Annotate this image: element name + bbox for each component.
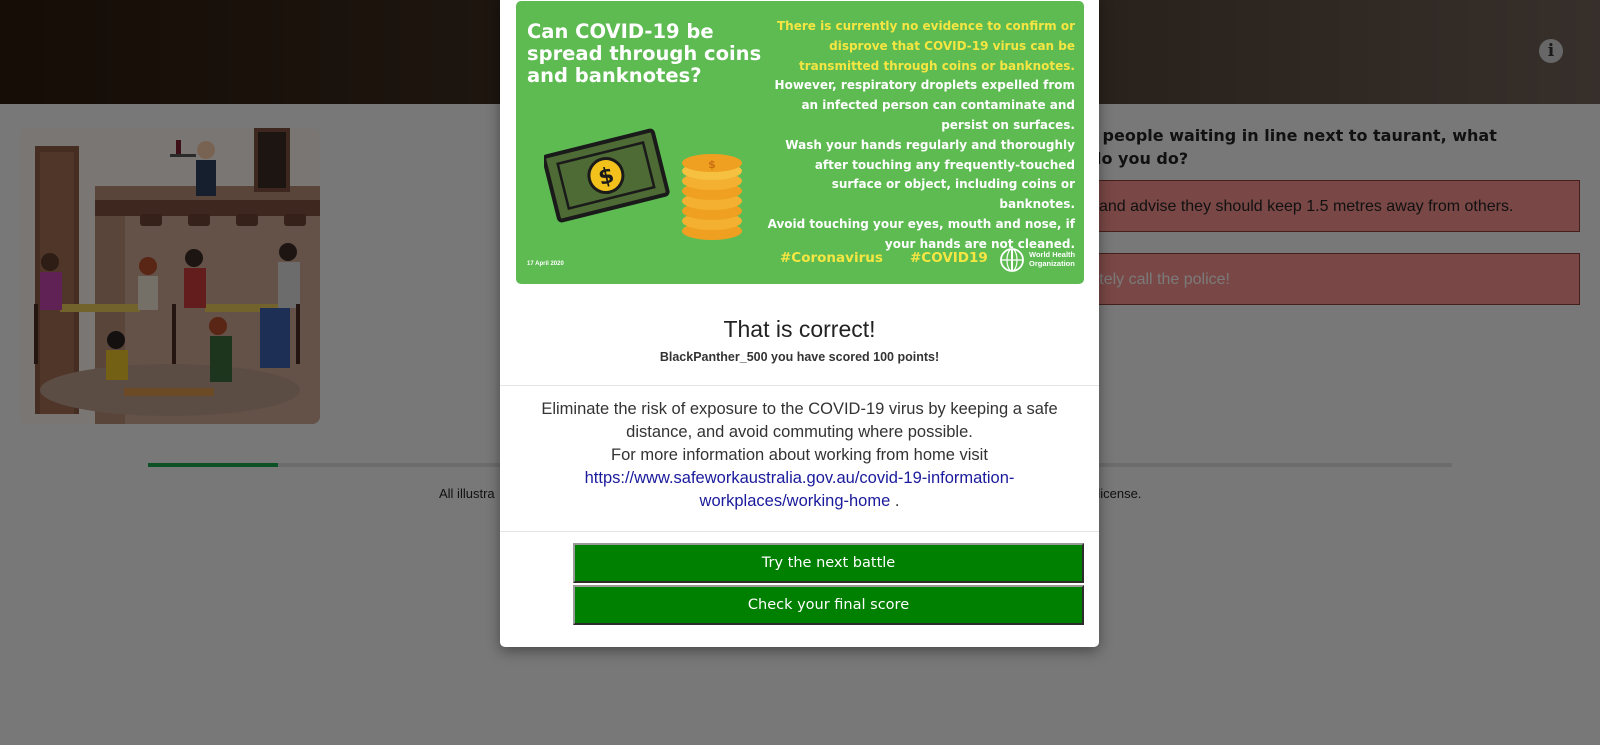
info-link[interactable]: https://www.safeworkaustralia.gov.au/cov… bbox=[585, 469, 1015, 510]
poster-paragraph: Wash your hands regularly and thoroughly… bbox=[785, 137, 1075, 212]
coin-stack-icon: $ bbox=[682, 154, 742, 240]
poster-highlight: There is currently no evidence to confir… bbox=[776, 19, 1075, 73]
result-title: That is correct! bbox=[723, 316, 876, 342]
result-dialog: Can COVID-19 be spread through coins and… bbox=[500, 0, 1099, 647]
next-battle-button[interactable]: Try the next battle bbox=[573, 543, 1084, 583]
final-score-button[interactable]: Check your final score bbox=[573, 585, 1084, 625]
covid-info-poster: Can COVID-19 be spread through coins and… bbox=[516, 1, 1084, 284]
poster-hashtag-covid19: #COVID19 bbox=[910, 250, 988, 266]
who-logo-line: World Health bbox=[1029, 250, 1076, 259]
more-info-text: For more information about working from … bbox=[611, 446, 988, 464]
who-logo-text: World Health Organization bbox=[1029, 250, 1075, 268]
who-logo-icon bbox=[1000, 248, 1024, 272]
who-logo: World Health Organization bbox=[999, 247, 1079, 273]
result-score: BlackPanther_500 you have scored 100 poi… bbox=[659, 350, 940, 364]
poster-paragraph: However, respiratory droplets expelled f… bbox=[774, 78, 1075, 132]
svg-text:$: $ bbox=[708, 158, 716, 171]
poster-title: Can COVID-19 be spread through coins and… bbox=[527, 20, 762, 87]
poster-hashtag-coronavirus: #Coronavirus bbox=[780, 250, 883, 266]
divider bbox=[500, 531, 1099, 532]
link-line: https://www.safeworkaustralia.gov.au/cov… bbox=[530, 467, 1069, 513]
tip-text: Eliminate the risk of exposure to the CO… bbox=[530, 398, 1069, 513]
link-suffix: . bbox=[890, 492, 900, 510]
divider bbox=[500, 385, 1099, 386]
poster-body: There is currently no evidence to confir… bbox=[765, 17, 1075, 255]
tip-message: Eliminate the risk of exposure to the CO… bbox=[541, 400, 1058, 441]
who-logo-line: Organization bbox=[1029, 259, 1075, 268]
poster-date: 17 April 2020 bbox=[527, 261, 564, 267]
